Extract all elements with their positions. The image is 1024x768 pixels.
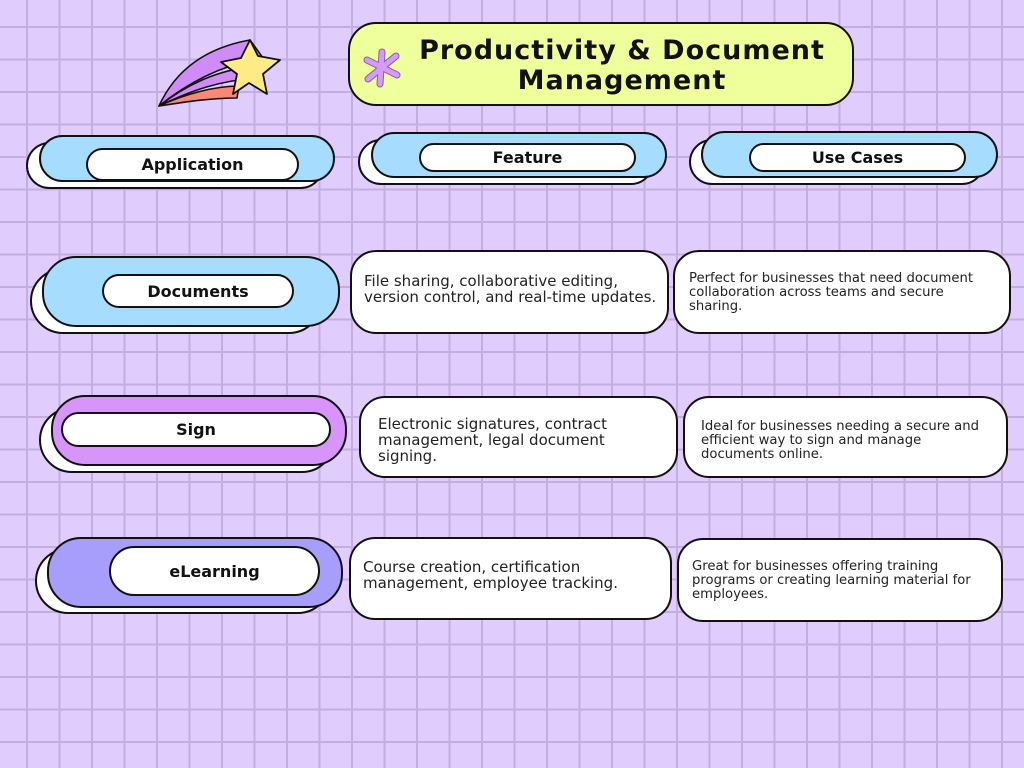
header-feature-label: Feature (419, 143, 636, 172)
app-documents-label: Documents (102, 274, 294, 308)
feature-sign-text: Electronic signatures, contract manageme… (378, 415, 608, 465)
header-use-cases-label: Use Cases (749, 143, 966, 172)
feature-documents-text: File sharing, collaborative editing, ver… (364, 272, 657, 306)
page-title: Productivity & Document Management (350, 36, 852, 96)
app-elearning-label: eLearning (109, 546, 320, 596)
app-sign-label: Sign (61, 412, 331, 447)
header-application-label: Application (86, 148, 299, 181)
use-case-elearning: Great for businesses offering training p… (677, 538, 1003, 622)
title-banner: Productivity & Document Management (348, 22, 854, 106)
feature-sign: Electronic signatures, contract manageme… (359, 396, 678, 478)
feature-elearning: Course creation, certification managemen… (349, 537, 672, 620)
use-case-elearning-text: Great for businesses offering training p… (692, 559, 971, 602)
use-case-sign: Ideal for businesses needing a secure an… (683, 396, 1008, 478)
feature-elearning-text: Course creation, certification managemen… (363, 558, 618, 592)
title-line-2: Management (517, 65, 727, 96)
use-case-documents: Perfect for businesses that need documen… (673, 250, 1011, 334)
use-case-sign-text: Ideal for businesses needing a secure an… (701, 419, 979, 462)
feature-documents: File sharing, collaborative editing, ver… (350, 250, 669, 334)
use-case-documents-text: Perfect for businesses that need documen… (689, 271, 974, 314)
shooting-star-icon (158, 39, 281, 107)
title-line-1: Productivity & Document (419, 35, 825, 66)
